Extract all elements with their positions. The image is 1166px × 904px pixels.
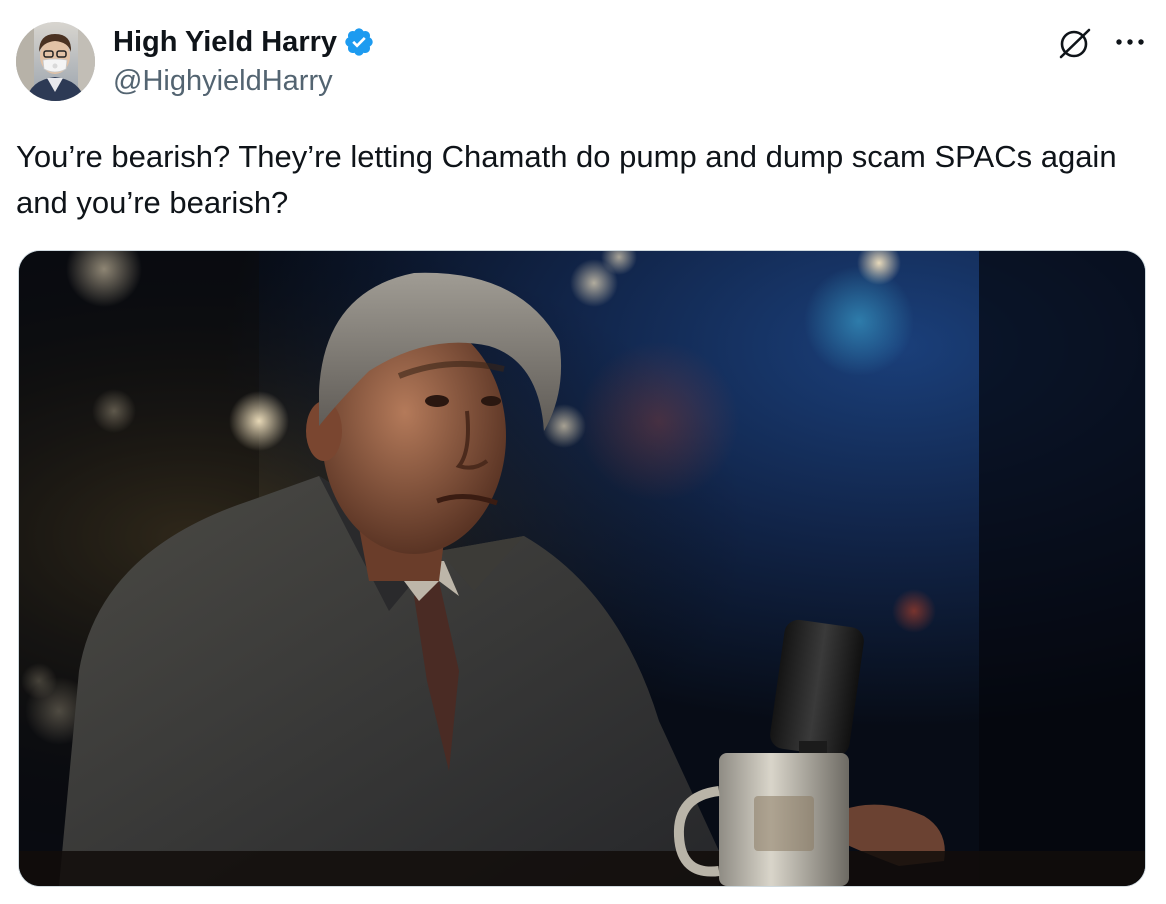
author-display-name[interactable]: High Yield Harry <box>113 26 337 59</box>
tweet-text: You’re bearish? They’re letting Chamath … <box>16 139 1117 220</box>
author-name-row: High Yield Harry <box>113 24 375 60</box>
tweet-card: High Yield Harry @HighyieldHarry You’re … <box>0 0 1166 904</box>
tweet-media-image[interactable] <box>18 250 1146 887</box>
author-avatar[interactable] <box>16 22 95 101</box>
grok-icon[interactable] <box>1056 24 1094 62</box>
verified-badge-icon[interactable] <box>343 26 375 58</box>
author-handle[interactable]: @HighyieldHarry <box>113 65 333 98</box>
more-options-icon[interactable] <box>1112 26 1148 58</box>
